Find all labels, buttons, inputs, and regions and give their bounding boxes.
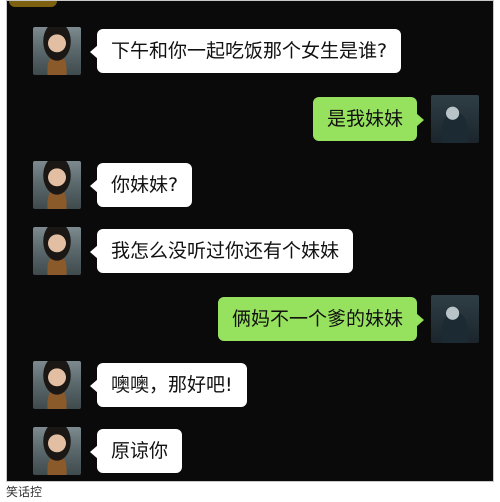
message-bubble[interactable]: 原谅你 — [89, 429, 183, 473]
message-bubble[interactable]: 你妹妹? — [89, 163, 193, 207]
message-row-outgoing: 俩妈不一个爹的妹妹 — [7, 295, 493, 347]
message-row-incoming: 下午和你一起吃饭那个女生是谁? — [7, 27, 493, 79]
message-row-incoming: 原谅你 — [7, 427, 493, 479]
message-row-incoming: 噢噢，那好吧! — [7, 361, 493, 413]
message-row-incoming: 你妹妹? — [7, 161, 493, 213]
message-row-incoming: 我怎么没听过你还有个妹妹 — [7, 227, 493, 279]
message-row-outgoing: 是我妹妹 — [7, 95, 493, 147]
user-avatar[interactable] — [431, 95, 479, 143]
message-bubble[interactable]: 噢噢，那好吧! — [90, 363, 247, 407]
contact-avatar[interactable] — [33, 227, 81, 275]
message-bubble[interactable]: 我怎么没听过你还有个妹妹 — [89, 229, 354, 273]
status-indicator — [9, 1, 57, 7]
contact-avatar[interactable] — [33, 427, 81, 475]
user-avatar[interactable] — [431, 295, 479, 343]
message-bubble[interactable]: 下午和你一起吃饭那个女生是谁? — [89, 29, 402, 73]
contact-avatar[interactable] — [33, 27, 81, 75]
message-bubble[interactable]: 是我妹妹 — [312, 97, 425, 141]
message-bubble[interactable]: 俩妈不一个爹的妹妹 — [217, 297, 425, 341]
chat-screen: 下午和你一起吃饭那个女生是谁? 是我妹妹 你妹妹? 我怎么没听过你还有个妹妹 俩… — [6, 0, 494, 482]
contact-avatar[interactable] — [33, 361, 81, 409]
contact-avatar[interactable] — [33, 161, 81, 209]
source-watermark: 笑话控 — [6, 485, 43, 499]
